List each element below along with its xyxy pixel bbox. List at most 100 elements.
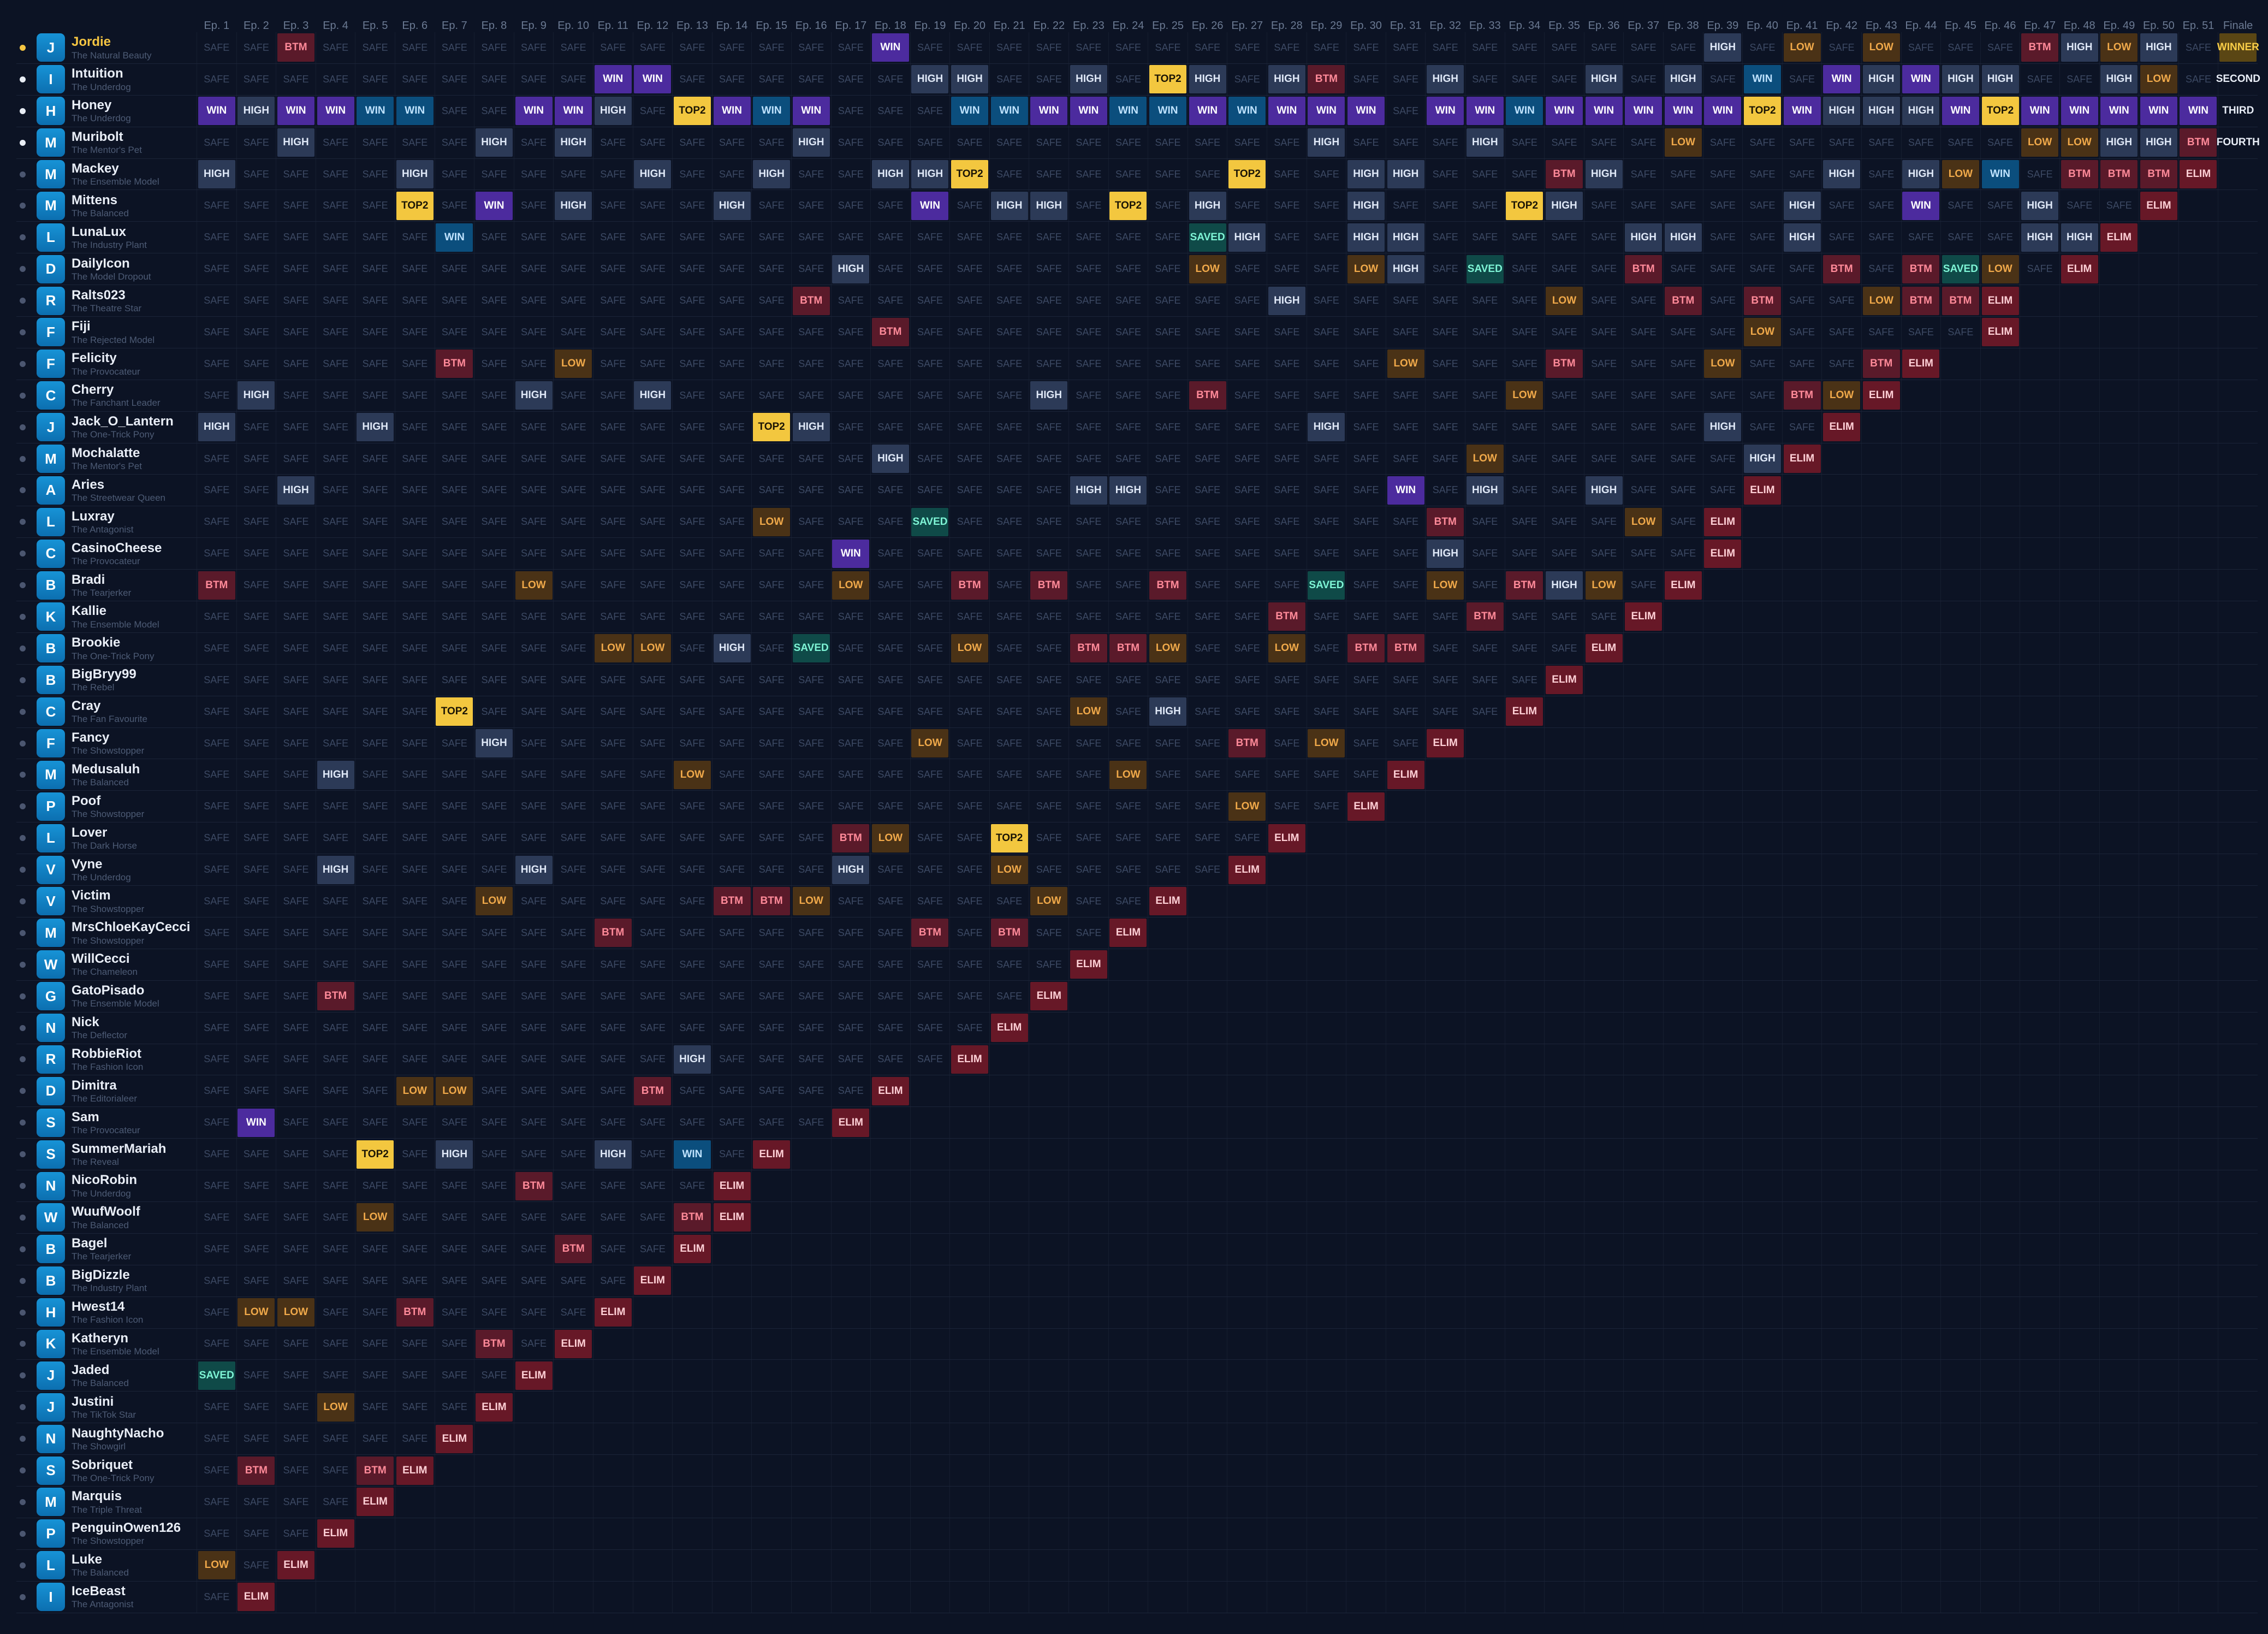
result-slot [1544,1328,1584,1360]
contestant-row[interactable]: J Jordie The Natural Beauty SAFE SAFE BTM SAFE… [16,32,2259,64]
result-cell: SAFE [877,73,904,85]
contestant-row[interactable]: J Justini The TikTok Star SAFE SAFE SAFE LOW SA… [16,1391,2258,1424]
result-cell: SAFE [877,358,904,369]
result-slot: SAFE [1148,348,1188,380]
contestant-row[interactable]: R RobbieRiot The Fashion Icon SAFE SAFE SAFE S… [16,1044,2258,1076]
result-slot: SAFE [315,696,355,728]
result-slot: HIGH [1980,63,2020,96]
result-slot [513,1549,554,1582]
result-slot: SAFE [1385,32,1426,64]
result-slot: SAFE [474,696,514,728]
result-slot [1663,1170,1703,1202]
result-slot: SAFE [1544,474,1584,507]
contestant-row[interactable]: M Muribolt The Mentor's Pet SAFE SAFE HIGH SAF… [16,127,2260,159]
contestant-row[interactable]: L Luxray The Antagonist SAFE SAFE SAFE SAFE SAF… [16,506,2258,538]
contestant-row[interactable]: K Katheryn The Ensemble Model SAFE SAFE SAFE S… [16,1328,2258,1360]
contestant-row[interactable]: F Felicity The Provocateur SAFE SAFE SAFE SAFE… [16,348,2258,380]
contestant-row[interactable]: S Sam The Provocateur SAFE WIN SAFE SAFE SAFE SA… [16,1106,2258,1139]
result-slot: HIGH [672,1044,713,1076]
contestant-row[interactable]: N Nick The Deflector SAFE SAFE SAFE SAFE SAFE SA… [16,1012,2258,1044]
contestant-row[interactable]: H Honey The Underdog WIN HIGH WIN WIN WIN WIN SAF… [16,95,2258,127]
result-slot [791,1581,831,1613]
result-cell: SAFE [917,864,943,875]
result-slot [1901,1454,1941,1487]
result-slot [1425,1012,1465,1044]
result-cell: BTM [357,1456,394,1485]
contestant-row[interactable]: P Poof The Showstopper SAFE SAFE SAFE SAFE SAFE… [16,790,2258,823]
contestant-row[interactable]: N NaughtyNacho The Showgirl SAFE SAFE SAFE SAF… [16,1423,2258,1455]
contestant-row[interactable]: M MrsChloeKayCecci The Showstopper SAFE SAFE… [16,917,2258,949]
contestant-row[interactable]: M Marquis The Triple Threat SAFE SAFE SAFE SAF… [16,1486,2258,1518]
contestant-row[interactable]: W WuufWoolf The Balanced SAFE SAFE SAFE SAFE LO… [16,1201,2258,1234]
result-slot: SAFE [276,822,316,855]
result-cell: SAFE [441,168,467,180]
contestant-row[interactable]: M Mackey The Ensemble Model HIGH SAFE SAFE SAF… [16,158,2258,191]
result-cell: WIN [317,97,354,126]
contestant-row[interactable]: M Medusaluh The Balanced SAFE SAFE SAFE HIGH SA… [16,759,2258,791]
contestant-row[interactable]: S Sobriquet The One-Trick Pony SAFE BTM SAFE S… [16,1454,2258,1487]
contestant-info: B Bradi The Tearjerker [16,569,197,602]
contestant-row[interactable]: P PenguinOwen126 The Showstopper SAFE SAFE SA… [16,1518,2258,1550]
result-cell: SAFE [917,990,943,1002]
contestant-row[interactable]: C CasinoCheese The Provocateur SAFE SAFE SAFE… [16,537,2258,570]
contestant-row[interactable]: B Bagel The Tearjerker SAFE SAFE SAFE SAFE SAFE… [16,1233,2258,1265]
contestant-row[interactable]: A Aries The Streetwear Queen SAFE SAFE HIGH SA… [16,474,2258,507]
contestant-row[interactable]: G GatoPisado The Ensemble Model SAFE SAFE SAF… [16,980,2258,1013]
contestant-row[interactable]: W WillCecci The Chameleon SAFE SAFE SAFE SAFE S… [16,949,2258,981]
result-cell: SAFE [1709,326,1736,338]
result-slot [870,1201,911,1234]
result-cell: SAFE [1115,864,1141,875]
result-slot: SAFE [236,632,276,665]
contestant-row[interactable]: C Cray The Fan Favourite SAFE SAFE SAFE SAFE SA… [16,696,2258,728]
result-cell: SAFE [639,232,666,243]
result-slot: SAFE [830,885,871,917]
result-slot: SAFE [197,316,237,348]
contestant-row[interactable]: H Hwest14 The Fashion Icon SAFE LOW LOW SAFE SA… [16,1296,2258,1329]
contestant-row[interactable]: V Victim The Showstopper SAFE SAFE SAFE SAFE SA… [16,885,2258,917]
contestant-row[interactable]: I IceBeast The Antagonist SAFE ELIM [16,1581,2258,1613]
contestant-row[interactable]: L LunaLux The Industry Plant SAFE SAFE SAFE SA… [16,221,2258,254]
result-cell: SAFE [521,1338,547,1349]
result-slot: SAFE [870,885,911,917]
contestant-row[interactable]: R Ralts023 The Theatre Star SAFE SAFE SAFE SAF… [16,285,2258,317]
result-slot: SAFE [434,790,474,823]
contestant-row[interactable]: L Lover The Dark Horse SAFE SAFE SAFE SAFE SAFE… [16,822,2258,855]
result-cell: SAFE [1076,358,1102,369]
result-slot: SAFE [1742,348,1783,380]
contestant-row[interactable]: S SummerMariah The Reveal SAFE SAFE SAFE SAFE T… [16,1138,2258,1171]
contestant-row[interactable]: I Intuition The Underdog SAFE SAFE SAFE SAFE SA… [16,63,2260,96]
result-slot: SAFE [1346,474,1386,507]
result-cell: WIN [2140,97,2177,126]
result-slot: SAFE [197,348,237,380]
result-slot: SAFE [1029,127,1069,159]
result-slot: SAFE [791,980,831,1013]
result-slot: SAFE [1742,127,1783,159]
contestant-name: Intuition [72,66,123,81]
contestant-row[interactable]: M Mochalatte The Mentor's Pet SAFE SAFE SAFE S… [16,443,2258,475]
contestant-row[interactable]: C Cherry The Fanchant Leader SAFE HIGH SAFE SA… [16,380,2258,412]
result-slot: SAFE [276,917,316,949]
contestant-row[interactable]: J Jack_O_Lantern The One-Trick Pony HIGH SAF… [16,411,2258,443]
contestant-row[interactable]: L Luke The Balanced LOW SAFE ELIM [16,1549,2258,1582]
contestant-row[interactable]: K Kallie The Ensemble Model SAFE SAFE SAFE SAF… [16,601,2258,633]
contestant-row[interactable]: B Brookie The One-Trick Pony SAFE SAFE SAFE SA… [16,632,2258,665]
contestant-row[interactable]: B BigDizzle The Industry Plant SAFE SAFE SAFE… [16,1265,2258,1297]
result-slot [2178,1265,2218,1297]
contestant-text: BigBryy99 The Rebel [72,667,136,692]
result-slot: SAFE [1385,95,1426,127]
result-cell: SAFE [1749,263,1776,275]
contestant-row[interactable]: J Jaded The Balanced SAVED SAFE SAFE SAFE SAFE S… [16,1359,2258,1392]
result-slot: SAFE [1544,411,1584,443]
contestant-row[interactable]: D DailyIcon The Model Dropout SAFE SAFE SAFE S… [16,253,2258,286]
result-slot: WIN [1465,95,1505,127]
contestant-row[interactable]: B BigBryy99 The Rebel SAFE SAFE SAFE SAFE SAFE S… [16,664,2258,696]
contestant-row[interactable]: N NicoRobin The Underdog SAFE SAFE SAFE SAFE SA… [16,1170,2258,1202]
result-slot: SAFE [1187,474,1227,507]
contestant-row[interactable]: D Dimitra The Editorialeer SAFE SAFE SAFE SAFE… [16,1075,2258,1108]
contestant-row[interactable]: V Vyne The Underdog SAFE SAFE SAFE HIGH SAFE SAF… [16,854,2258,886]
contestant-row[interactable]: F Fiji The Rejected Model SAFE SAFE SAFE SAFE S… [16,316,2258,348]
contestant-row[interactable]: F Fancy The Showstopper SAFE SAFE SAFE SAFE SAF… [16,727,2258,760]
result-cell: HIGH [1783,191,1821,220]
contestant-row[interactable]: B Bradi The Tearjerker BTM SAFE SAFE SAFE SAFE S… [16,569,2258,602]
contestant-row[interactable]: M Mittens The Balanced SAFE SAFE SAFE SAFE SAFE… [16,190,2258,222]
